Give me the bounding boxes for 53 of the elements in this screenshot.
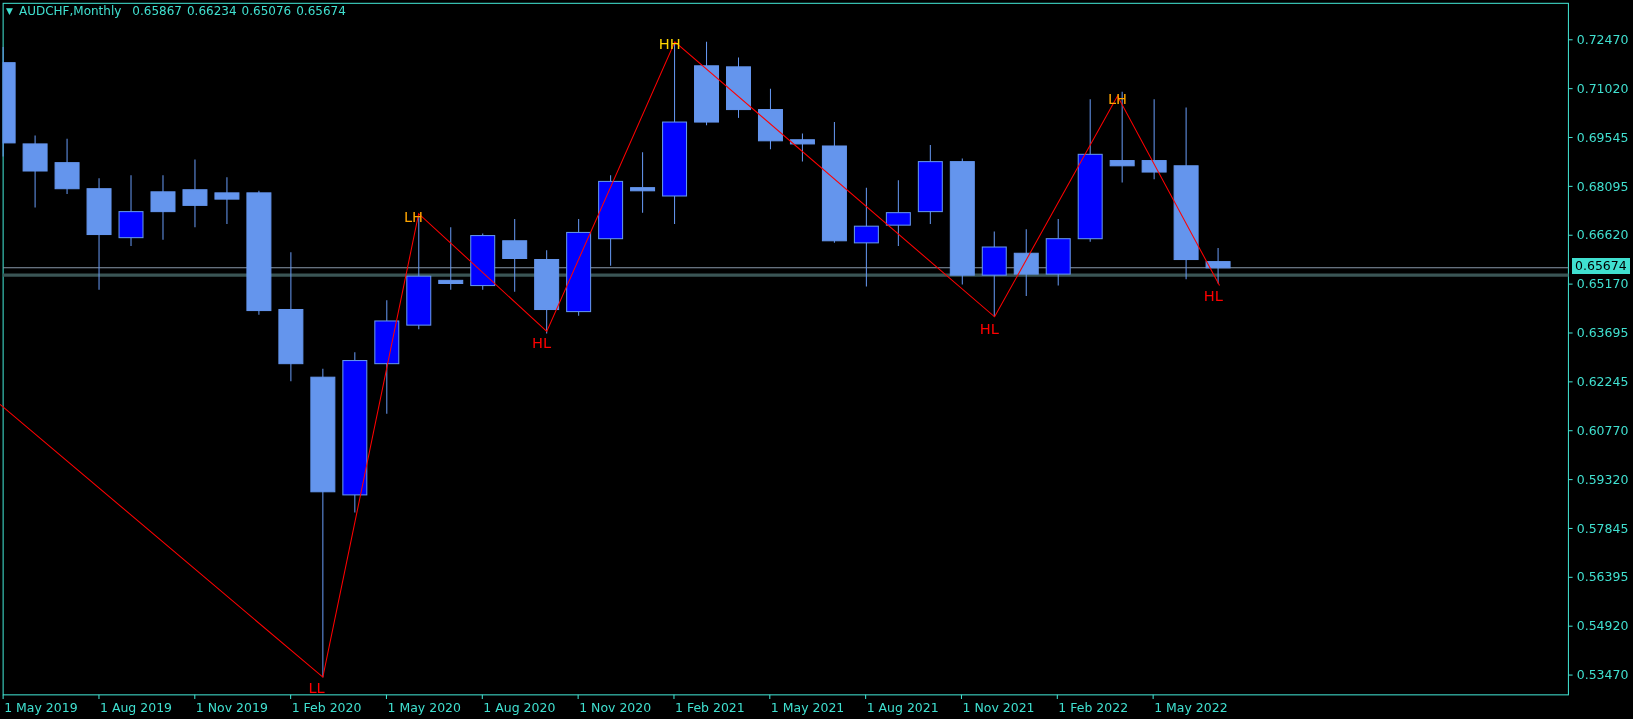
date-label: 1 Nov 2021 (962, 699, 1035, 715)
swing-label: HH (658, 35, 681, 53)
price-label: 0.71020 (1576, 80, 1629, 96)
symbol-title: AUDCHF,Monthly (18, 4, 122, 18)
price-label: 0.57845 (1576, 520, 1629, 536)
swing-label: HL (532, 334, 552, 352)
date-label: 1 Aug 2021 (866, 699, 939, 715)
menu-arrow-icon[interactable]: ▼ (6, 6, 13, 16)
price-label: 0.53470 (1576, 667, 1629, 683)
price-label: 0.68095 (1576, 178, 1629, 194)
current-price-label: 0.65674 (1572, 258, 1630, 274)
date-label: 1 Nov 2020 (579, 699, 652, 715)
quote-value: 0.65867 (132, 4, 182, 18)
price-label: 0.63695 (1576, 325, 1629, 341)
swing-label: HL (979, 320, 999, 338)
candle (630, 151, 656, 214)
price-label: 0.66620 (1576, 227, 1629, 243)
swing-label: LL (308, 678, 325, 696)
price-label: 0.54920 (1576, 618, 1629, 634)
quote-value: 0.66234 (186, 4, 237, 18)
date-label: 1 May 2019 (4, 699, 78, 715)
date-label: 1 Nov 2019 (195, 699, 268, 715)
price-label: 0.72470 (1576, 31, 1629, 47)
candle (885, 179, 911, 247)
candle (757, 88, 783, 150)
date-label: 1 Feb 2020 (291, 699, 362, 715)
price-label: 0.59320 (1576, 471, 1629, 487)
candle (1013, 228, 1039, 297)
date-label: 1 May 2020 (387, 699, 461, 715)
date-label: 1 Aug 2019 (100, 699, 173, 715)
price-label: 0.60770 (1576, 422, 1629, 438)
candle (470, 232, 496, 291)
date-label: 1 Feb 2021 (675, 699, 745, 715)
price-label: 0.56395 (1576, 569, 1629, 585)
price-label: 0.62245 (1576, 374, 1629, 389)
price-label: 0.69545 (1576, 129, 1629, 145)
candle (1205, 247, 1231, 284)
date-label: 1 May 2022 (1154, 699, 1228, 715)
candle (726, 56, 751, 119)
date-label: 1 Feb 2022 (1058, 699, 1129, 715)
swing-label: HL (1203, 287, 1223, 305)
candle (182, 159, 208, 228)
candle (54, 138, 80, 195)
candle (438, 226, 464, 291)
candle (789, 133, 815, 163)
date-label: 1 May 2021 (770, 699, 845, 715)
candle (214, 176, 240, 225)
candle (150, 174, 176, 241)
candle (1045, 218, 1071, 287)
quote-value: 0.65674 (296, 4, 346, 18)
price-label: 0.65170 (1576, 276, 1629, 292)
date-label: 1 Aug 2020 (483, 699, 556, 715)
quote-value: 0.65076 (241, 4, 292, 18)
